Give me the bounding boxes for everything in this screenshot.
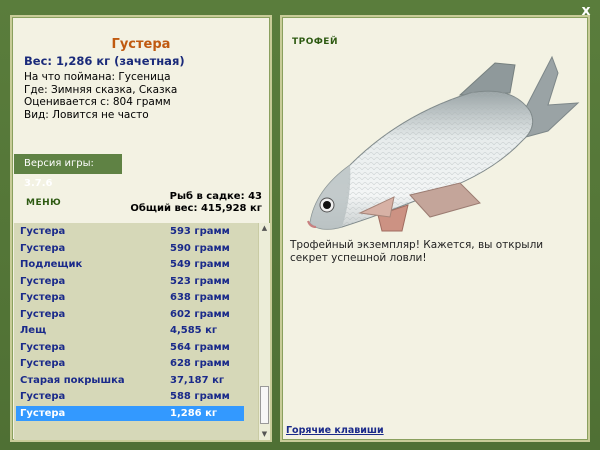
fish-name: Густера: [111, 37, 171, 52]
list-item-weight: 37,187 кг: [170, 374, 225, 386]
rarity-info: Вид: Ловится не часто: [24, 108, 149, 121]
hotkeys-link[interactable]: Горячие клавиши: [286, 425, 384, 436]
list-item-weight: 628 грамм: [170, 358, 230, 369]
list-item[interactable]: Густера 1,286 кг: [16, 405, 244, 421]
fish-info-panel: Густера Вес: 1,286 кг (зачетная) На что …: [10, 15, 272, 442]
fish-count: Рыб в садке: 43: [169, 191, 262, 202]
list-item-weight: 564 грамм: [170, 341, 230, 353]
list-item[interactable]: Густера 638 грамм: [16, 290, 244, 305]
list-item[interactable]: Густера 593 грамм: [16, 224, 244, 239]
catch-stats: Рыб в садке: 43 Общий вес: 415,928 кг: [130, 191, 262, 214]
list-item[interactable]: Старая покрышка 37,187 кг: [16, 373, 244, 388]
scroll-thumb[interactable]: [260, 386, 269, 424]
threshold-info: Оценивается с: 804 грамм: [24, 96, 171, 108]
arrow-up-icon[interactable]: ▲: [259, 223, 270, 234]
list-item-weight: 602 грамм: [170, 308, 230, 320]
fish-details: На что поймана: Гусеница Где: Зимняя ска…: [24, 71, 177, 121]
game-window: x Густера Вес: 1,286 кг (зачетная) На чт…: [0, 0, 600, 450]
list-item-weight: 1,286 кг: [170, 407, 218, 419]
list-item[interactable]: Густера 602 грамм: [16, 307, 244, 322]
list-item[interactable]: Густера 523 грамм: [16, 274, 244, 289]
list-item-weight: 638 грамм: [170, 292, 230, 303]
list-item[interactable]: Лещ 4,585 кг: [16, 323, 244, 338]
trophy-description: Трофейный экземпляр! Кажется, вы открыли…: [290, 239, 544, 264]
list-item-weight: 4,585 кг: [170, 325, 218, 336]
list-item-name: Густера: [20, 341, 66, 353]
catch-list-scrollbar[interactable]: ▲ ▼: [258, 223, 270, 440]
list-item-weight: 523 грамм: [170, 275, 230, 287]
fish-weight: Вес: 1,286 кг (зачетная): [24, 54, 185, 68]
list-item[interactable]: Густера 564 грамм: [16, 340, 244, 355]
list-item[interactable]: Густера 590 грамм: [16, 241, 244, 256]
arrow-down-icon[interactable]: ▼: [259, 429, 270, 440]
total-weight: Общий вес: 415,928 кг: [130, 202, 262, 214]
menu-button[interactable]: МЕНЮ: [26, 198, 61, 208]
list-item-name: Густера: [20, 275, 66, 287]
list-item-name: Густера: [20, 242, 66, 254]
bait-info: На что поймана: Гусеница: [24, 71, 171, 83]
list-item-name: Старая покрышка: [20, 374, 125, 386]
list-item-weight: 588 грамм: [170, 391, 230, 402]
version-label: Версия игры:: [24, 158, 94, 169]
list-item-name: Густера: [20, 226, 66, 237]
location-info: Где: Зимняя сказка, Сказка: [24, 83, 178, 96]
list-item-weight: 549 грамм: [170, 259, 230, 270]
list-item-name: Подлещик: [20, 259, 83, 270]
list-item-weight: 590 грамм: [170, 242, 230, 254]
list-item-name: Густера: [20, 308, 66, 320]
list-item[interactable]: Густера 588 грамм: [16, 389, 244, 404]
version-value: 3.7.6: [24, 178, 53, 189]
list-item-weight: 593 грамм: [170, 226, 230, 237]
trophy-panel: ТРОФЕЙ Трофейный экземпляр! Кажется, вы …: [280, 15, 590, 442]
list-item-name: Густера: [20, 391, 66, 402]
fish-image: [307, 55, 580, 232]
game-version: Версия игры: 3.7.6: [14, 154, 122, 189]
list-item-name: Густера: [20, 292, 66, 303]
list-item[interactable]: Подлещик 549 грамм: [16, 257, 244, 272]
list-item-name: Лещ: [20, 325, 47, 336]
list-item-name: Густера: [20, 358, 66, 369]
catch-list[interactable]: Густера 593 грамм Густера 590 грамм Подлещик…: [14, 223, 258, 440]
list-item[interactable]: Густера 628 грамм: [16, 356, 244, 371]
list-item-name: Густера: [20, 407, 66, 419]
